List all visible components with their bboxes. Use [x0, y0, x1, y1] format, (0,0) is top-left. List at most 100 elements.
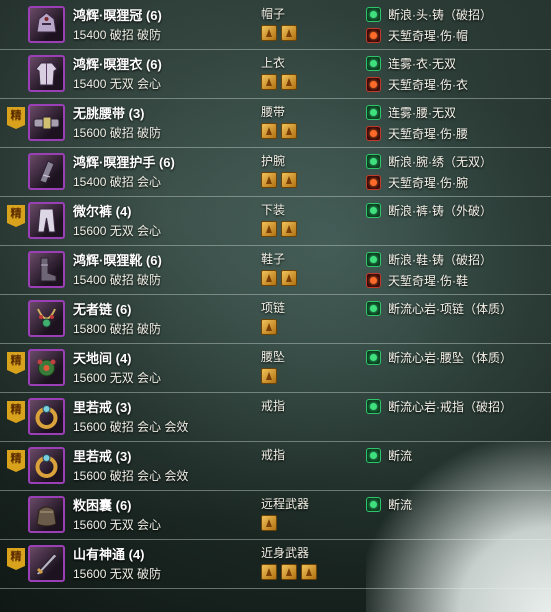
- enchant-secondary: 天堑奇瑆·伤·帽: [366, 27, 468, 44]
- enchant-primary-text: 断浪·鞋·铸（破招）: [388, 253, 492, 267]
- item-stats: 15800 破招 破防: [73, 322, 162, 336]
- gem-icon[interactable]: [281, 270, 297, 286]
- item-name: 里若戒 (3): [73, 400, 132, 415]
- item-stats: 15600 破招 会心 会效: [73, 469, 189, 483]
- gem-icon[interactable]: [261, 319, 277, 335]
- gem-icon[interactable]: [301, 564, 317, 580]
- belt-icon[interactable]: [28, 104, 65, 141]
- bracer-icon[interactable]: [28, 153, 65, 190]
- item-name: 鸿辉·暝狸冠 (6): [73, 8, 162, 23]
- gem-slots: [261, 270, 297, 286]
- enchant-primary: 断流: [366, 447, 412, 464]
- enchant-secondary-text: 天堑奇瑆·伤·帽: [388, 29, 468, 43]
- enchant-primary-text: 连雾·衣·无双: [388, 57, 456, 71]
- enchant-green-icon: [366, 497, 381, 512]
- enchant-red-icon: [366, 175, 381, 190]
- item-name: 里若戒 (3): [73, 449, 132, 464]
- enchant-primary: 断流心岩·项链（体质）: [366, 300, 512, 317]
- gem-icon[interactable]: [281, 74, 297, 90]
- item-stats: 15600 无双 会心: [73, 518, 162, 532]
- refined-badge: 精: [7, 205, 25, 227]
- enchant-primary: 断流: [366, 496, 412, 513]
- enchant-primary-text: 断流: [388, 498, 413, 512]
- slot-label: 上衣: [261, 56, 286, 70]
- weapon-icon[interactable]: [28, 545, 65, 582]
- equipment-row[interactable]: 精 无朓腰带 (3) 15600 破招 破防 腰带 连雾·腰·无双 天堑奇瑆·伤·腰: [0, 98, 551, 148]
- enchant-green-icon: [366, 203, 381, 218]
- gem-icon[interactable]: [261, 515, 277, 531]
- enchant-primary-text: 断流心岩·腰坠（体质）: [388, 351, 512, 365]
- enchant-secondary: 天堑奇瑆·伤·鞋: [366, 272, 468, 289]
- refined-badge: 精: [7, 352, 25, 374]
- gem-icon[interactable]: [261, 74, 277, 90]
- refined-badge: 精: [7, 401, 25, 423]
- item-stats: 15600 破招 会心 会效: [73, 420, 189, 434]
- enchant-primary: 断浪·裤·铸（外破）: [366, 202, 492, 219]
- gem-icon[interactable]: [261, 368, 277, 384]
- gem-icon[interactable]: [261, 270, 277, 286]
- enchant-primary-text: 断浪·裤·铸（外破）: [388, 204, 492, 218]
- ring-icon[interactable]: [28, 447, 65, 484]
- equipment-row[interactable]: 鸿辉·暝狸护手 (6) 15400 破招 会心 护腕 断浪·腕·绣（无双） 天堑奇瑆·伤…: [0, 147, 551, 197]
- equipment-row[interactable]: 精 里若戒 (3) 15600 破招 会心 会效 戒指 断流: [0, 441, 551, 491]
- slot-label: 帽子: [261, 7, 286, 21]
- slot-label: 腰坠: [261, 350, 286, 364]
- enchant-primary: 连雾·腰·无双: [366, 104, 456, 121]
- pouch-icon[interactable]: [28, 496, 65, 533]
- enchant-green-icon: [366, 399, 381, 414]
- gem-icon[interactable]: [261, 123, 277, 139]
- item-name: 微尔裤 (4): [73, 204, 132, 219]
- gem-slots: [261, 515, 277, 531]
- slot-label: 戒指: [261, 399, 286, 413]
- gem-slots: [261, 319, 277, 335]
- enchant-primary: 断浪·腕·绣（无双）: [366, 153, 492, 170]
- enchant-green-icon: [366, 252, 381, 267]
- pendant-icon[interactable]: [28, 349, 65, 386]
- equipment-row[interactable]: 鸿辉·暝狸靴 (6) 15400 破招 破防 鞋子 断浪·鞋·铸（破招） 天堑奇瑆·伤·…: [0, 245, 551, 295]
- enchant-primary-text: 断浪·头·铸（破招）: [388, 8, 492, 22]
- item-name: 鸿辉·暝狸护手 (6): [73, 155, 175, 170]
- slot-label: 近身武器: [261, 546, 310, 560]
- equipment-row[interactable]: 精 微尔裤 (4) 15600 无双 会心 下装 断浪·裤·铸（外破）: [0, 196, 551, 246]
- slot-label: 鞋子: [261, 252, 286, 266]
- gem-slots: [261, 564, 317, 580]
- slot-label: 腰带: [261, 105, 286, 119]
- enchant-green-icon: [366, 56, 381, 71]
- gem-icon[interactable]: [281, 564, 297, 580]
- equipment-row[interactable]: 精 里若戒 (3) 15600 破招 会心 会效 戒指 断流心岩·戒指（破招）: [0, 392, 551, 442]
- ring-icon[interactable]: [28, 398, 65, 435]
- equipment-row[interactable]: 敉困囊 (6) 15600 无双 会心 远程武器 断流: [0, 490, 551, 540]
- refined-badge: 精: [7, 450, 25, 472]
- necklace-icon[interactable]: [28, 300, 65, 337]
- equipment-row[interactable]: 精 山有神通 (4) 15600 无双 破防 近身武器: [0, 539, 551, 589]
- boots-icon[interactable]: [28, 251, 65, 288]
- gem-icon[interactable]: [281, 172, 297, 188]
- gem-icon[interactable]: [261, 25, 277, 41]
- gem-icon[interactable]: [281, 25, 297, 41]
- item-name: 鸿辉·暝狸靴 (6): [73, 253, 162, 268]
- gem-icon[interactable]: [261, 221, 277, 237]
- equipment-row[interactable]: 鸿辉·暝狸衣 (6) 15400 无双 会心 上衣 连雾·衣·无双 天堑奇瑆·伤·衣: [0, 49, 551, 99]
- enchant-primary-text: 断流心岩·戒指（破招）: [388, 400, 512, 414]
- equipment-row[interactable]: 鸿辉·暝狸冠 (6) 15400 破招 破防 帽子 断浪·头·铸（破招） 天堑奇瑆·伤·…: [0, 0, 551, 50]
- gem-slots: [261, 368, 277, 384]
- helmet-icon[interactable]: [28, 6, 65, 43]
- gem-icon[interactable]: [261, 172, 277, 188]
- gem-icon[interactable]: [281, 123, 297, 139]
- robe-icon[interactable]: [28, 55, 65, 92]
- equipment-row[interactable]: 精 天地间 (4) 15600 无双 会心 腰坠 断流心岩·腰坠（体质）: [0, 343, 551, 393]
- item-stats: 15400 破招 会心: [73, 175, 162, 189]
- gem-icon[interactable]: [261, 564, 277, 580]
- item-stats: 15600 无双 会心: [73, 224, 162, 238]
- gem-icon[interactable]: [281, 221, 297, 237]
- enchant-green-icon: [366, 301, 381, 316]
- enchant-secondary-text: 天堑奇瑆·伤·腕: [388, 176, 468, 190]
- enchant-secondary-text: 天堑奇瑆·伤·鞋: [388, 274, 468, 288]
- gem-slots: [261, 123, 297, 139]
- equipment-row[interactable]: 无者链 (6) 15800 破招 破防 项链 断流心岩·项链（体质）: [0, 294, 551, 344]
- pants-icon[interactable]: [28, 202, 65, 239]
- enchant-primary-text: 连雾·腰·无双: [388, 106, 456, 120]
- enchant-green-icon: [366, 105, 381, 120]
- enchant-red-icon: [366, 126, 381, 141]
- enchant-red-icon: [366, 77, 381, 92]
